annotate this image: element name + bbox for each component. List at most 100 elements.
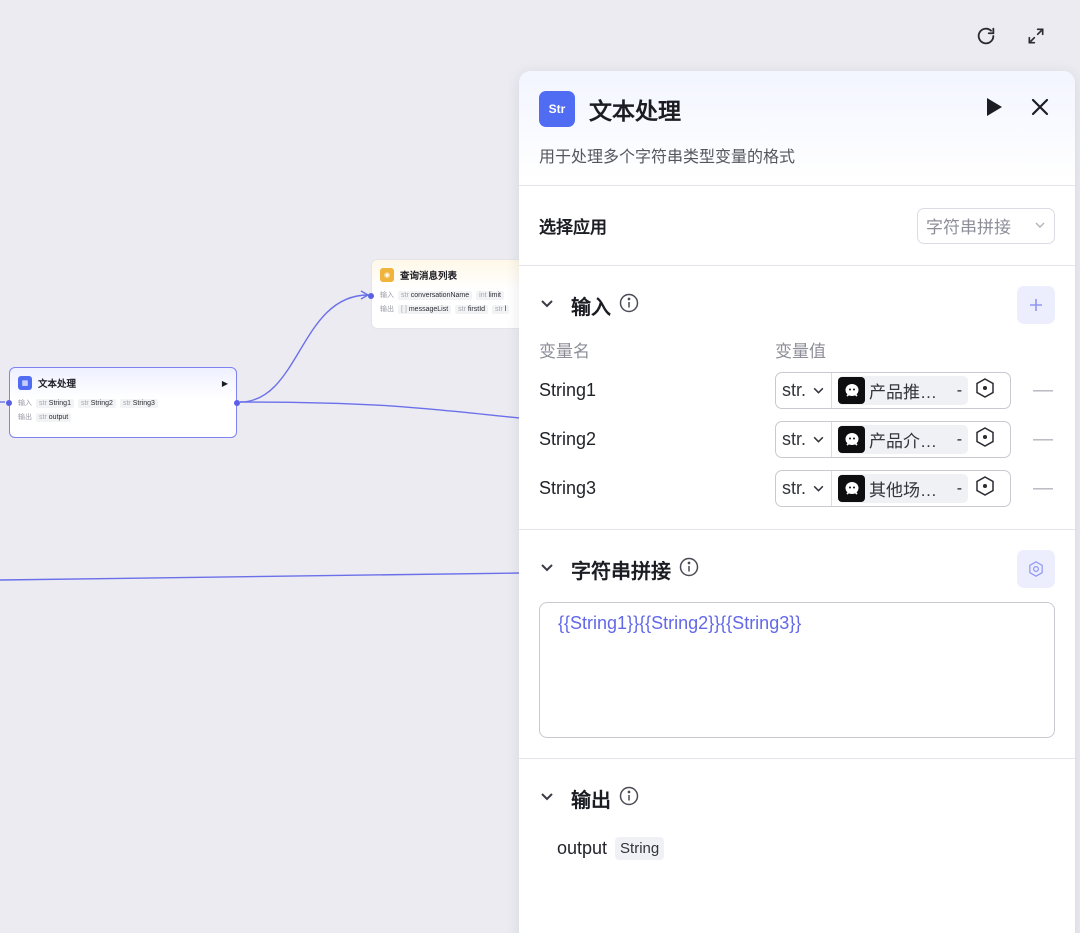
output-chip: [ ] messageList bbox=[398, 304, 452, 314]
variable-row: String2 str. 产品介… - — bbox=[539, 415, 1055, 464]
input-chip: str conversationName bbox=[398, 290, 473, 300]
chevron-down-icon bbox=[1034, 216, 1046, 236]
refresh-icon[interactable] bbox=[972, 22, 1000, 50]
input-section-title: 输入 bbox=[571, 296, 611, 319]
bot-avatar-icon bbox=[838, 377, 866, 404]
panel-header: Str 文本处理 用于处理多个字符串类型变量的格式 bbox=[519, 71, 1075, 186]
add-variable-button[interactable] bbox=[1017, 286, 1055, 324]
reference-text: 产品介… bbox=[869, 432, 938, 451]
variable-name: String2 bbox=[539, 429, 597, 449]
type-select[interactable]: str. bbox=[776, 373, 833, 408]
info-icon[interactable] bbox=[679, 557, 699, 582]
outputs-label: 输出 bbox=[380, 306, 394, 313]
outputs-label: 输出 bbox=[18, 414, 32, 421]
node-query-messages[interactable]: ◉ 查询消息列表 输入 str conversationName int limit… bbox=[368, 259, 531, 329]
edge-text-to-panel bbox=[239, 401, 521, 419]
edge-left-to-panel bbox=[0, 572, 521, 581]
variable-value-box[interactable]: str. 其他场… - bbox=[775, 470, 1011, 507]
output-section-title: 输出 bbox=[571, 789, 611, 812]
app-select-label: 选择应用 bbox=[539, 218, 607, 237]
type-value: str. bbox=[782, 380, 807, 400]
type-select[interactable]: str. bbox=[776, 471, 833, 506]
variable-columns: 变量名 变量值 bbox=[539, 332, 1055, 366]
variable-name: String1 bbox=[539, 380, 597, 400]
inputs-label: 输入 bbox=[380, 292, 394, 299]
input-port[interactable] bbox=[6, 400, 12, 406]
node-outputs-row: 输出 [ ] messageList str firstId str l bbox=[372, 302, 530, 316]
canvas-toolbar bbox=[972, 22, 1050, 50]
input-chip: str String3 bbox=[119, 398, 158, 408]
type-value: str. bbox=[782, 429, 807, 449]
col-variable-value: 变量值 bbox=[775, 341, 826, 361]
app-select[interactable]: 字符串拼接 bbox=[917, 207, 1055, 244]
reference-suffix: - bbox=[956, 479, 963, 497]
run-icon[interactable] bbox=[985, 97, 1003, 122]
bot-avatar-icon bbox=[838, 426, 866, 453]
chevron-down-icon[interactable] bbox=[539, 295, 559, 316]
reference-suffix: - bbox=[956, 381, 963, 399]
col-variable-name: 变量名 bbox=[539, 341, 590, 361]
close-icon[interactable] bbox=[1031, 98, 1049, 121]
app-select-value: 字符串拼接 bbox=[926, 218, 1011, 237]
run-icon[interactable]: ▶ bbox=[222, 379, 228, 388]
variable-picker-icon[interactable] bbox=[974, 377, 996, 404]
reference-text: 其他场… bbox=[869, 481, 938, 500]
input-section: 输入 变量名 变量值 String1 str. 产品推… - — String2… bbox=[519, 266, 1075, 530]
node-config-panel: Str 文本处理 用于处理多个字符串类型变量的格式 选择应用 字符串拼接 输入 … bbox=[519, 71, 1075, 933]
output-chip: str l bbox=[492, 304, 510, 314]
output-type-tag: String bbox=[615, 837, 665, 860]
template-textarea[interactable]: {{String1}}{{String2}}{{String3}} bbox=[539, 602, 1055, 738]
variable-picker-icon[interactable] bbox=[974, 426, 996, 453]
variable-row: String1 str. 产品推… - — bbox=[539, 366, 1055, 415]
text-process-icon: Str bbox=[539, 91, 575, 127]
gear-icon[interactable] bbox=[1017, 550, 1055, 588]
output-chip: str firstId bbox=[455, 304, 489, 314]
chevron-down-icon bbox=[813, 436, 824, 443]
query-node-icon: ◉ bbox=[380, 268, 394, 282]
variable-picker-icon[interactable] bbox=[974, 475, 996, 502]
app-select-section: 选择应用 字符串拼接 bbox=[519, 186, 1075, 266]
edge-text-to-query bbox=[239, 294, 369, 403]
chevron-down-icon[interactable] bbox=[539, 788, 559, 809]
panel-description: 用于处理多个字符串类型变量的格式 bbox=[539, 149, 796, 166]
inputs-label: 输入 bbox=[18, 400, 32, 407]
variable-value-box[interactable]: str. 产品推… - bbox=[775, 372, 1011, 409]
output-name: output bbox=[557, 838, 608, 858]
variable-reference[interactable]: 产品推… - bbox=[838, 376, 969, 405]
output-section: 输出 output String bbox=[519, 759, 1075, 860]
reference-text: 产品推… bbox=[869, 383, 938, 402]
remove-variable-button[interactable]: — bbox=[1033, 379, 1053, 402]
variable-value-box[interactable]: str. 产品介… - bbox=[775, 421, 1011, 458]
bot-avatar-icon bbox=[838, 475, 866, 502]
chevron-down-icon bbox=[813, 387, 824, 394]
expand-icon[interactable] bbox=[1022, 22, 1050, 50]
node-title: 查询消息列表 bbox=[400, 271, 458, 282]
remove-variable-button[interactable]: — bbox=[1033, 428, 1053, 451]
node-inputs-row: 输入 str String1 str String2 str String3 bbox=[10, 396, 236, 410]
type-select[interactable]: str. bbox=[776, 422, 833, 457]
reference-suffix: - bbox=[956, 430, 963, 448]
input-port[interactable] bbox=[368, 293, 374, 299]
concat-section: 字符串拼接 {{String1}}{{String2}}{{String3}} bbox=[519, 530, 1075, 759]
node-text-process[interactable]: ▦ 文本处理 ▶ 输入 str String1 str String2 str Str… bbox=[6, 367, 240, 438]
info-icon[interactable] bbox=[619, 786, 639, 811]
input-chip: str String2 bbox=[77, 398, 116, 408]
variable-row: String3 str. 其他场… - — bbox=[539, 464, 1055, 513]
output-row: output String bbox=[539, 837, 1055, 860]
chevron-down-icon bbox=[813, 485, 824, 492]
variable-reference[interactable]: 其他场… - bbox=[838, 474, 969, 503]
output-port[interactable] bbox=[234, 400, 240, 406]
text-node-icon: ▦ bbox=[18, 376, 32, 390]
input-chip: int limit bbox=[476, 290, 505, 300]
output-chip: str output bbox=[36, 412, 72, 422]
type-value: str. bbox=[782, 478, 807, 498]
node-inputs-row: 输入 str conversationName int limit bbox=[372, 288, 530, 302]
variable-name: String3 bbox=[539, 478, 597, 498]
node-title: 文本处理 bbox=[38, 379, 77, 390]
info-icon[interactable] bbox=[619, 293, 639, 318]
remove-variable-button[interactable]: — bbox=[1033, 477, 1053, 500]
variable-reference[interactable]: 产品介… - bbox=[838, 425, 969, 454]
input-chip: str String1 bbox=[36, 398, 74, 408]
chevron-down-icon[interactable] bbox=[539, 559, 559, 580]
panel-title: 文本处理 bbox=[589, 98, 681, 124]
